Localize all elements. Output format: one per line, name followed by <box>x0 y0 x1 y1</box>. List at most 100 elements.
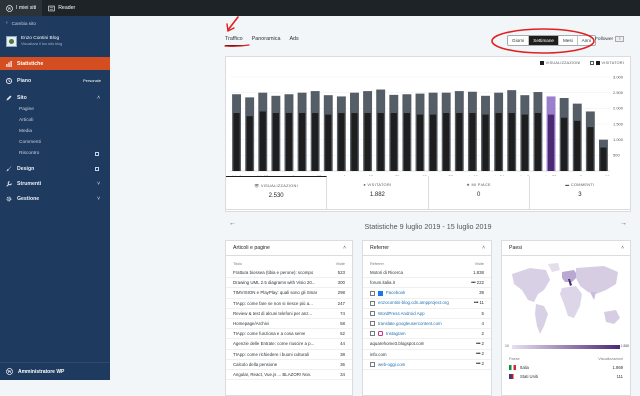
tab-ads[interactable]: Ads <box>289 36 298 46</box>
switch-site-link[interactable]: ‹ Cambia sito <box>0 16 110 30</box>
sidebar-item-reconnect[interactable]: Riscontro <box>0 148 110 159</box>
referrer-right: ••• 2 <box>474 341 484 347</box>
table-row[interactable]: Facebook 39 <box>363 288 491 299</box>
sidebar: ‹ Cambia sito Enzo Contini Blog Visualiz… <box>0 16 110 380</box>
tab-traffic[interactable]: Traffico <box>225 36 243 46</box>
articles-col-title: Titolo <box>233 262 243 266</box>
y-tick-label: 3.000 <box>613 74 624 79</box>
my-sites-button[interactable]: W I miei siti <box>0 0 43 16</box>
table-row[interactable]: forum.italia.it ••• 222 <box>363 278 491 289</box>
countries-panel-header[interactable]: Paesi ˄ <box>502 241 630 256</box>
bar-visitors <box>377 113 384 171</box>
table-row[interactable]: Review & test di alcuni telefoni per anz… <box>226 309 352 319</box>
sidebar-item-comments[interactable]: Commenti <box>0 137 110 148</box>
stat-visitors[interactable]: ● VISITATORI 1.882 <box>327 176 429 209</box>
sidebar-item-articles[interactable]: Articoli <box>0 115 110 126</box>
referrer-name: Motori di Ricerca <box>370 270 403 276</box>
y-tick-label: 1.000 <box>613 137 624 142</box>
table-row[interactable]: Instagram 2 <box>363 329 491 340</box>
table-row[interactable]: Drawing UML 2.5 diagrams with Visio 20..… <box>226 278 352 289</box>
table-row[interactable]: TIApp: come richiedere i buoni culturali… <box>226 350 352 360</box>
period-weeks-button[interactable]: Settimane <box>529 36 559 45</box>
sidebar-item-design-label: Design <box>17 165 35 172</box>
sidebar-item-plan[interactable]: Piano Personale <box>0 74 110 87</box>
table-row[interactable]: translate.googleusercontent.com 4 <box>363 319 491 330</box>
bar-visitors <box>298 113 306 171</box>
reader-button[interactable]: Reader <box>42 0 81 16</box>
sidebar-item-manage[interactable]: Gestione ˅ <box>0 192 110 205</box>
referrer-name: enzocontini-blog.cdn.ampproject.org <box>378 300 449 306</box>
sidebar-item-stats[interactable]: Statistiche <box>0 57 110 70</box>
period-months-button[interactable]: Mesi <box>559 36 578 45</box>
stat-comments[interactable]: ▬ COMMENTI 3 <box>530 176 630 209</box>
wp-admin-link[interactable]: W Amministratore WP <box>0 362 110 380</box>
chevron-up-icon: ˄ <box>343 245 346 251</box>
stat-views-label: 👁 VISUALIZZAZIONI <box>226 183 326 188</box>
referrer-cell: translate.googleusercontent.com <box>370 321 442 327</box>
scale-max: 1.888 <box>620 344 630 348</box>
table-row[interactable]: Agenzie delle Entrate: come riuscire a p… <box>226 339 352 350</box>
map-australia <box>604 310 620 324</box>
bar-visitors <box>521 114 528 171</box>
sidebar-item-media[interactable]: Media <box>0 126 110 137</box>
plan-icon <box>6 77 12 84</box>
referrer-cell: forum.italia.it <box>370 280 395 285</box>
stat-likes-value: 0 <box>476 192 481 198</box>
stat-views[interactable]: 👁 VISUALIZZAZIONI 2.530 <box>226 176 328 209</box>
map-north-america <box>512 268 550 302</box>
table-row[interactable]: TIApp: come fare se non si riesce più a.… <box>226 299 352 309</box>
map-greenland <box>548 263 560 272</box>
sidebar-item-tools[interactable]: Strumenti ˅ <box>0 177 110 190</box>
table-row[interactable]: aquarehome3.blogspot.com ••• 2 <box>363 339 491 350</box>
current-site[interactable]: Enzo Contini Blog Visualizza il tuo sito… <box>0 30 110 52</box>
table-row[interactable]: Frattura biossea (tibia e perone): scomp… <box>226 268 352 279</box>
article-title: TIApp: come fare se non si riesce più a.… <box>233 300 313 306</box>
reader-label: Reader <box>58 5 76 11</box>
referrer-views: 2 <box>480 361 484 367</box>
country-row[interactable]: Italia 1.869 <box>502 363 630 372</box>
table-row[interactable]: Homepage/Archivi 58 <box>226 319 352 330</box>
arrow-right-icon[interactable]: → <box>620 220 627 227</box>
stat-likes[interactable]: ★ MI PIACE 0 <box>429 176 530 209</box>
table-row[interactable]: info.com ••• 2 <box>363 350 491 360</box>
period-years-button[interactable]: Anni <box>578 36 595 45</box>
sidebar-item-site[interactable]: Sito ˄ <box>0 91 110 104</box>
article-title: Agenzie delle Entrate: come riuscire a p… <box>233 341 315 347</box>
bar-visitors <box>456 113 463 171</box>
plan-badge: Personale <box>82 78 101 83</box>
table-row[interactable]: TIMVISION e PlayPlay: quali sono gli Sma… <box>226 288 352 299</box>
table-row[interactable]: web-oggi.com ••• 2 <box>363 360 491 370</box>
chevron-up-icon: ˄ <box>621 245 624 251</box>
referrer-cell: Motori di Ricerca <box>370 270 403 275</box>
referrer-panel-header[interactable]: Referrer ˄ <box>363 241 491 256</box>
tab-overview[interactable]: Panoramica <box>252 36 281 46</box>
world-map[interactable] <box>508 260 624 342</box>
legend-visitors[interactable]: VISITATORI <box>589 61 624 65</box>
sidebar-item-tools-label: Strumenti <box>17 180 42 187</box>
referrer-right: ••• 2 <box>474 361 484 367</box>
external-link-icon <box>370 300 375 306</box>
period-days-button[interactable]: Giorni <box>508 36 530 45</box>
table-row[interactable]: WordPress Android App 5 <box>363 309 491 319</box>
table-row[interactable]: Motori di Ricerca 1.838 <box>363 268 491 279</box>
referrer-cell: web-oggi.com <box>370 362 405 367</box>
table-row[interactable]: TIApp: come funziona e a cosa serve 52 <box>226 329 352 340</box>
star-icon: ★ <box>466 182 471 187</box>
sidebar-item-stats-label: Statistiche <box>17 60 44 67</box>
table-row[interactable]: Angular, React, Vue.js ... BLAZOR! Nov. 3… <box>226 370 352 381</box>
table-row[interactable]: enzocontini-blog.cdn.ampproject.org ••• 1… <box>363 299 491 309</box>
bar-visitors <box>416 114 424 171</box>
articles-panel: Articoli e pagine ˄ Titolo Visite Frattu… <box>225 240 353 396</box>
referrer-col-title: Referrer <box>370 262 384 266</box>
table-row[interactable]: Calcolo della pensione 36 <box>226 360 352 370</box>
referrer-views: 11 <box>478 300 484 306</box>
follower-widget[interactable]: Follower ⠿ <box>595 36 625 42</box>
referrer-right: 4 <box>482 321 484 326</box>
referrer-cell: Facebook <box>370 290 405 296</box>
sidebar-item-pages[interactable]: Pagine <box>0 104 110 115</box>
articles-panel-header[interactable]: Articoli e pagine ˄ <box>226 241 352 256</box>
countries-panel-title: Paesi <box>509 245 522 251</box>
chevron-up-icon: ˄ <box>97 94 100 101</box>
map-asia <box>576 266 618 294</box>
sidebar-item-design[interactable]: Design <box>0 162 110 175</box>
